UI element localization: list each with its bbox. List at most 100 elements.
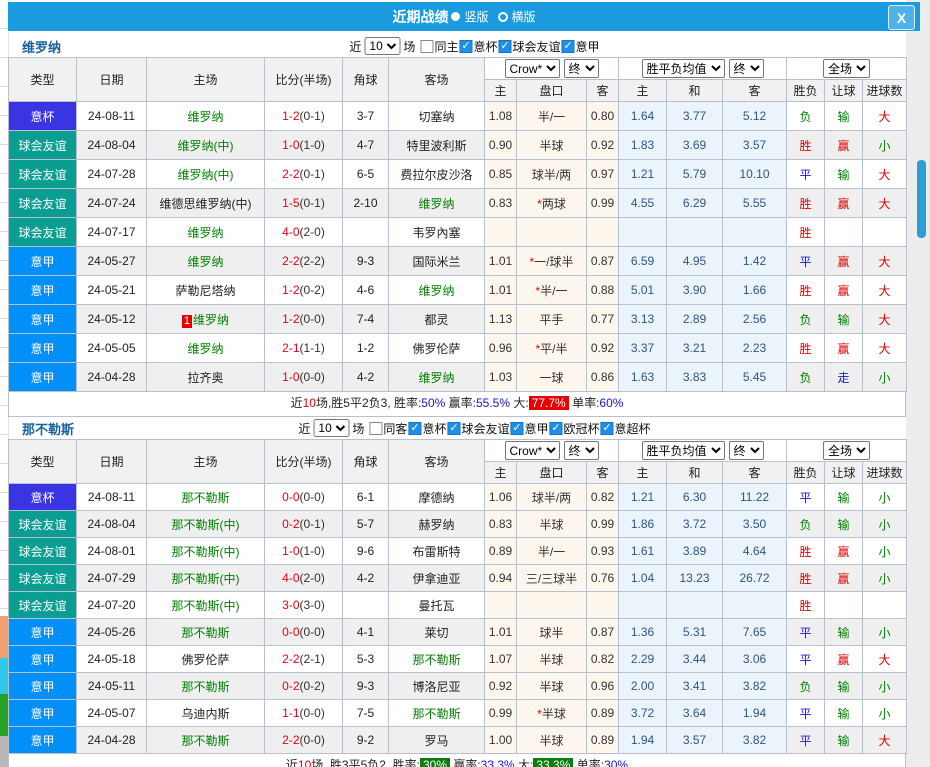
match-date: 24-07-20 [76,591,147,619]
bookmaker-select[interactable]: Crow* [504,59,560,78]
checkbox-checked-icon[interactable]: ✓ [498,39,512,53]
result-handicap: 赢 [824,333,864,363]
result-handicap: 赢 [824,188,864,218]
result-handicap: 输 [824,726,864,754]
subcol-euro-away: 客 [721,79,788,102]
summary-segment: 近 [290,396,303,410]
handicap-line: 半球 [516,130,587,160]
rank-badge: 1 [181,314,193,328]
match-row: 意甲 24-05-05 维罗纳 2-1(1-1) 1-2 佛罗伦萨 0.96 *平/半 0.92… [8,333,908,363]
handicap-away-odds: 0.87 [586,618,619,646]
filter-checkbox[interactable]: 同客 [369,420,407,437]
layout-radio-horizontal[interactable]: 横版 [497,8,536,25]
euro-draw-odds: 3.64 [666,699,723,727]
away-team: 赫罗纳 [388,510,485,538]
euro-draw-odds: 5.79 [666,159,723,189]
match-row: 意甲 24-04-28 拉齐奥 1-0(0-0) 4-2 维罗纳 1.03 一球 0.86 1.6… [8,362,908,392]
corner-score: 6-5 [342,159,389,189]
radio-unselected-icon[interactable] [497,11,508,22]
bookmaker-select[interactable]: Crow* [504,441,560,460]
handicap-home-odds: 0.83 [484,188,517,218]
euro-final-select[interactable]: 终 [728,59,764,78]
euro-final-select[interactable]: 终 [728,441,764,460]
checkbox-unchecked-icon[interactable] [369,421,383,435]
euro-draw-odds: 3.77 [666,101,723,131]
euro-away-odds: 5.55 [721,188,788,218]
away-team: 那不勒斯 [388,645,485,673]
corner-score: 2-10 [342,188,389,218]
match-date: 24-08-04 [76,510,147,538]
handicap-final-select[interactable]: 终 [563,59,599,78]
result-outcome: 胜 [786,333,826,363]
summary-segment: 场,胜5平2负3, 胜率: [315,396,422,410]
league-badge: 球会友谊 [8,159,77,189]
checkbox-checked-icon[interactable]: ✓ [447,421,461,435]
filter-checkbox[interactable]: ✓ 意超杯 [600,420,651,437]
result-handicap: 赢 [824,645,864,673]
filter-checkboxes: 同客 ✓ 意杯 ✓ 球会友谊 ✓ 意甲 ✓ 欧冠杯 ✓ 意超杯 [369,420,651,437]
result-handicap: 赢 [824,564,864,592]
close-icon: X [896,9,907,26]
scope-select[interactable]: 全场 [823,441,871,460]
away-team: 国际米兰 [388,246,485,276]
scope-group-header: 全场 [786,439,908,462]
home-team: 维罗纳(中) [146,159,265,189]
handicap-away-odds [586,217,619,247]
checkbox-unchecked-icon[interactable] [420,39,434,53]
scope-select[interactable]: 全场 [823,59,871,78]
checkbox-label: 意杯 [473,39,498,54]
match-row: 意甲 24-05-11 那不勒斯 0-2(0-2) 9-3 博洛尼亚 0.92 半球 0.96 2… [8,672,908,700]
corner-score: 9-6 [342,537,389,565]
result-handicap: 赢 [824,130,864,160]
euro-avg-select[interactable]: 胜平负均值 [641,441,725,460]
filter-checkbox[interactable]: ✓ 欧冠杯 [549,420,600,437]
euro-away-odds: 5.45 [721,362,788,392]
result-goals: 大 [862,304,908,334]
filter-checkbox[interactable]: ✓ 意甲 [561,38,600,55]
team-section: 那不勒斯 近 10 场 同客 ✓ 意杯 ✓ 球会友谊 ✓ 意甲 ✓ 欧冠杯 ✓ 意超杯 类型 日期 [8,417,920,767]
summary-segment: 50% [421,396,446,410]
match-row: 意甲 24-05-27 维罗纳 2-2(2-2) 9-3 国际米兰 1.01 *一/球半 0.8… [8,246,908,276]
filter-checkbox[interactable]: ✓ 球会友谊 [498,38,560,55]
result-goals: 小 [862,672,908,700]
away-team: 莱切 [388,618,485,646]
checkbox-checked-icon[interactable]: ✓ [408,421,422,435]
filter-checkbox[interactable]: 同主 [420,38,458,55]
filter-checkbox[interactable]: ✓ 球会友谊 [447,420,509,437]
filter-checkbox[interactable]: ✓ 意杯 [459,38,497,55]
layout-radio-vertical[interactable]: 竖版 [450,8,489,25]
checkbox-checked-icon[interactable]: ✓ [510,421,524,435]
euro-home-odds: 1.21 [618,159,667,189]
score: 1-5(0-1) [264,188,343,218]
match-rows: 意杯 24-08-11 维罗纳 1-2(0-1) 3-7 切塞纳 1.08 半/一 0.80 1.… [8,101,908,392]
col-header-away: 客场 [388,57,485,102]
matches-count-select[interactable]: 10 [364,37,401,55]
checkbox-checked-icon[interactable]: ✓ [561,39,575,53]
away-team: 伊拿迪亚 [388,564,485,592]
match-row: 意杯 24-08-11 维罗纳 1-2(0-1) 3-7 切塞纳 1.08 半/一 0.80 1.… [8,101,908,131]
home-team: 那不勒斯 [146,483,265,511]
radio-selected-icon[interactable] [451,12,461,21]
filter-checkbox[interactable]: ✓ 意杯 [408,420,446,437]
home-team: 维罗纳 [146,246,265,276]
result-handicap: 输 [824,672,864,700]
handicap-final-select[interactable]: 终 [563,441,599,460]
close-button[interactable]: X [888,5,915,30]
scope-group-header: 全场 [786,57,908,80]
euro-avg-select[interactable]: 胜平负均值 [641,59,725,78]
checkbox-checked-icon[interactable]: ✓ [549,421,563,435]
checkbox-label: 球会友谊 [512,39,561,54]
home-team: 那不勒斯(中) [146,510,265,538]
handicap-line: *两球 [516,188,587,218]
handicap-line [516,591,587,619]
checkbox-checked-icon[interactable]: ✓ [459,39,473,53]
checkbox-checked-icon[interactable]: ✓ [600,421,614,435]
handicap-away-odds: 0.82 [586,483,619,511]
euro-away-odds: 5.12 [721,101,788,131]
home-team: 维德思维罗纳(中) [146,188,265,218]
filter-checkbox[interactable]: ✓ 意甲 [510,420,548,437]
col-header-away: 客场 [388,439,485,484]
home-team: 那不勒斯 [146,672,265,700]
euro-home-odds [618,591,667,619]
matches-count-select[interactable]: 10 [313,419,350,437]
